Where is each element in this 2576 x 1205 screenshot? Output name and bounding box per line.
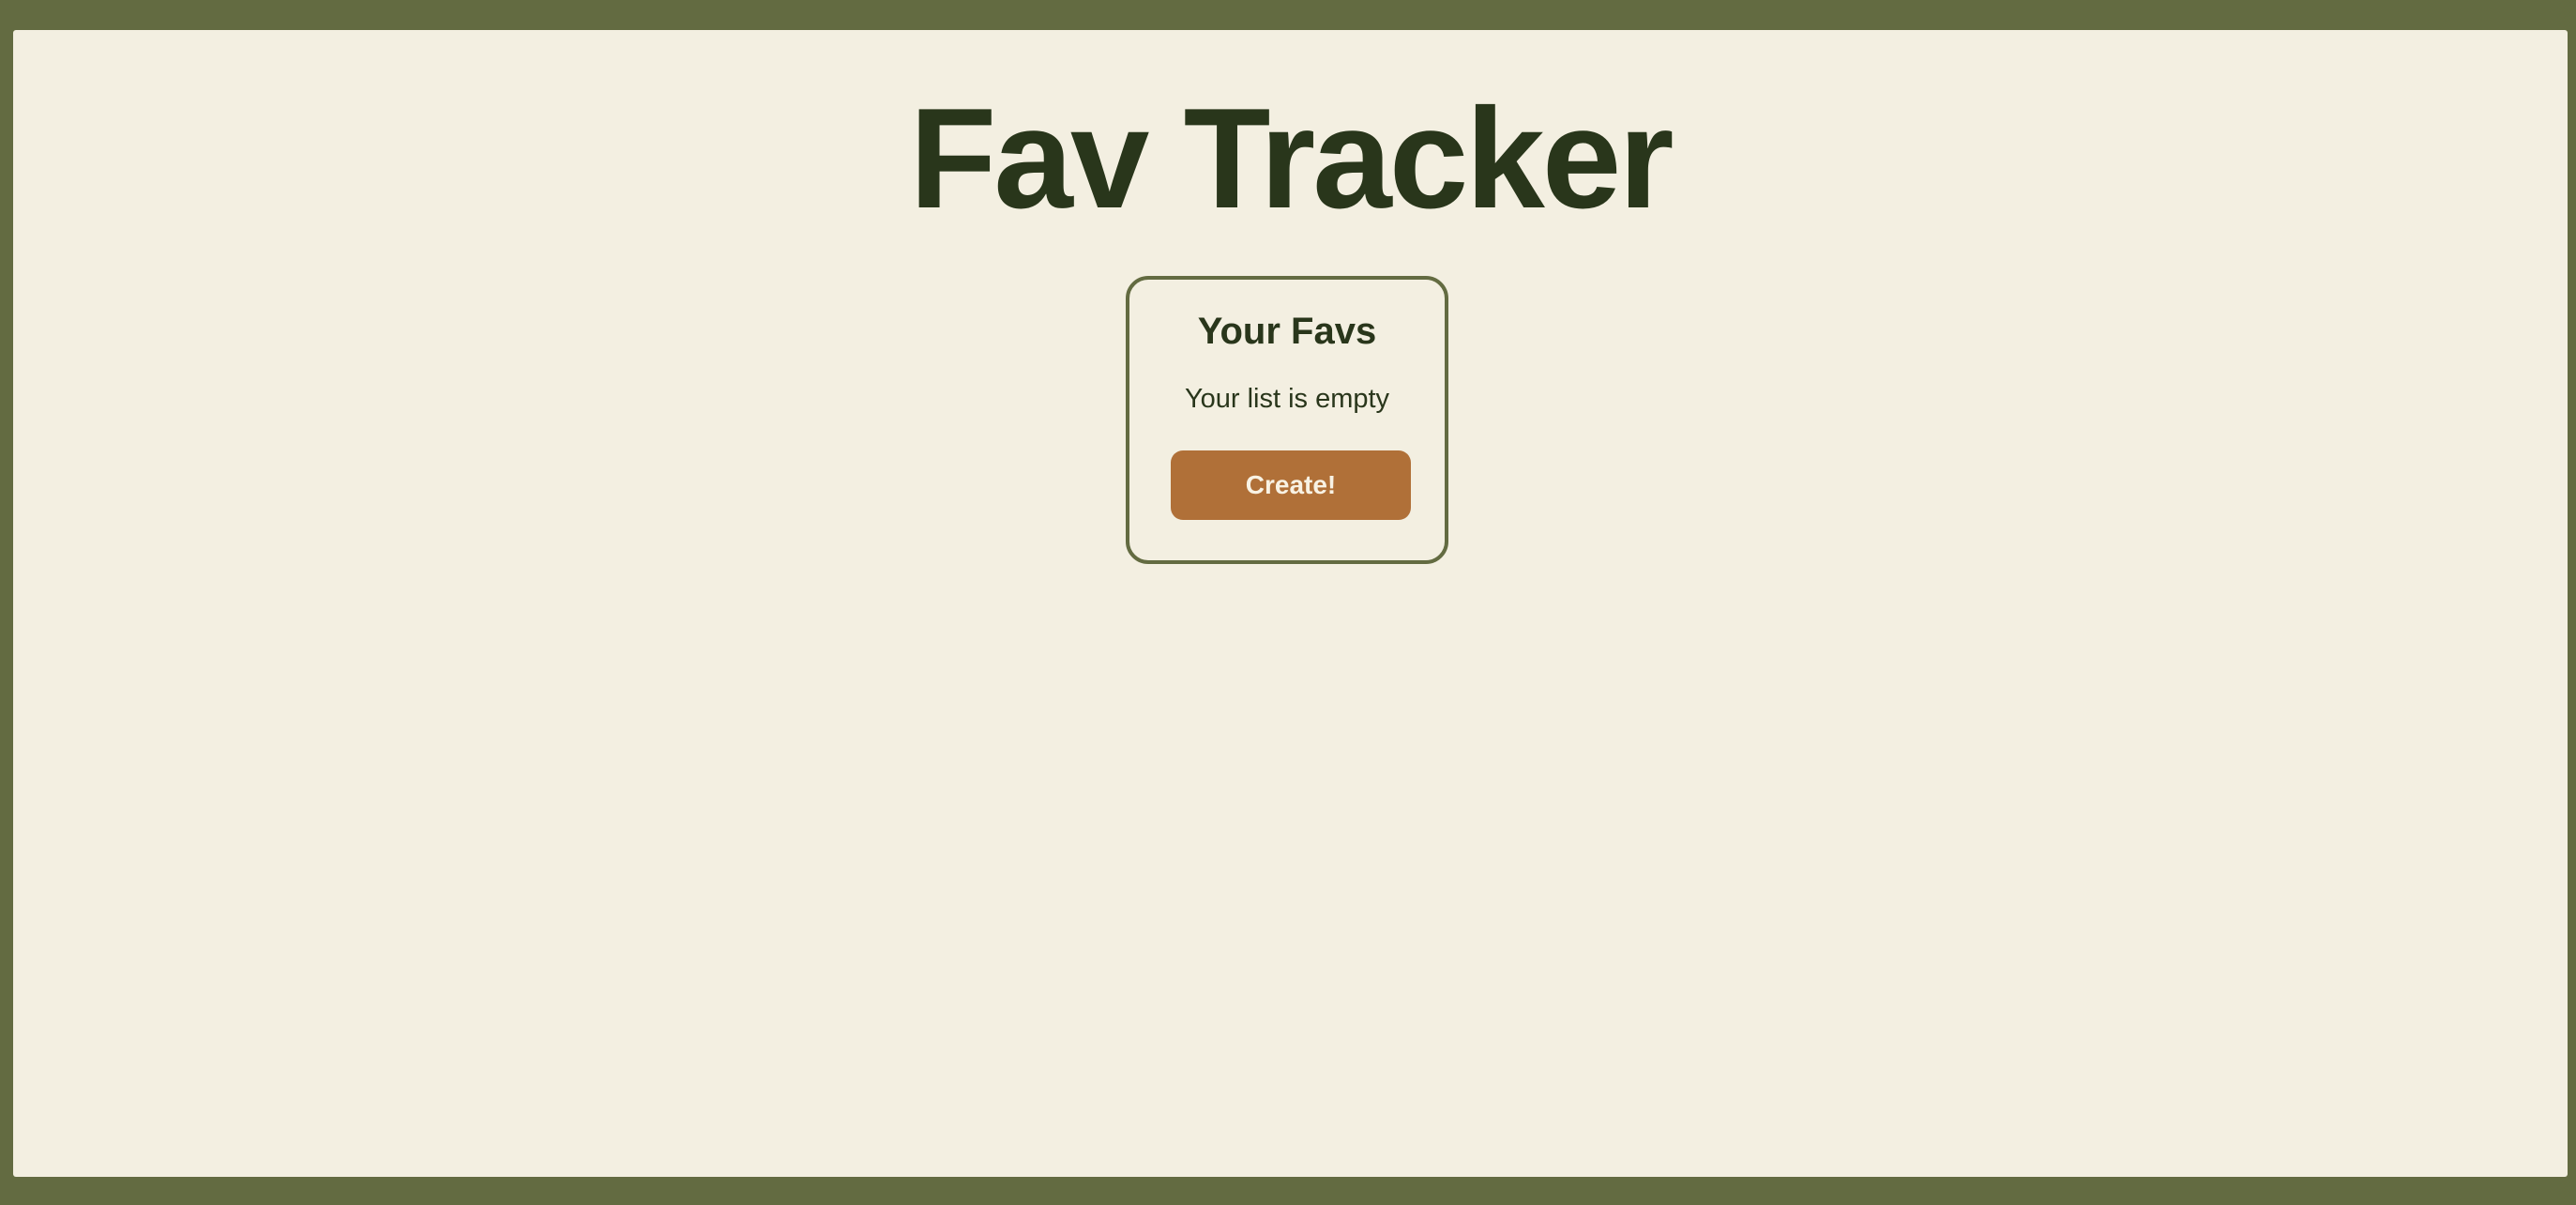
favs-card-title: Your Favs xyxy=(1197,311,1377,352)
empty-list-message: Your list is empty xyxy=(1184,384,1390,414)
create-button[interactable]: Create! xyxy=(1171,450,1411,520)
favs-card: Your Favs Your list is empty Create! xyxy=(1126,276,1448,564)
page-title: Fav Tracker xyxy=(909,79,1674,238)
app-window: Fav Tracker Your Favs Your list is empty… xyxy=(13,30,2568,1177)
